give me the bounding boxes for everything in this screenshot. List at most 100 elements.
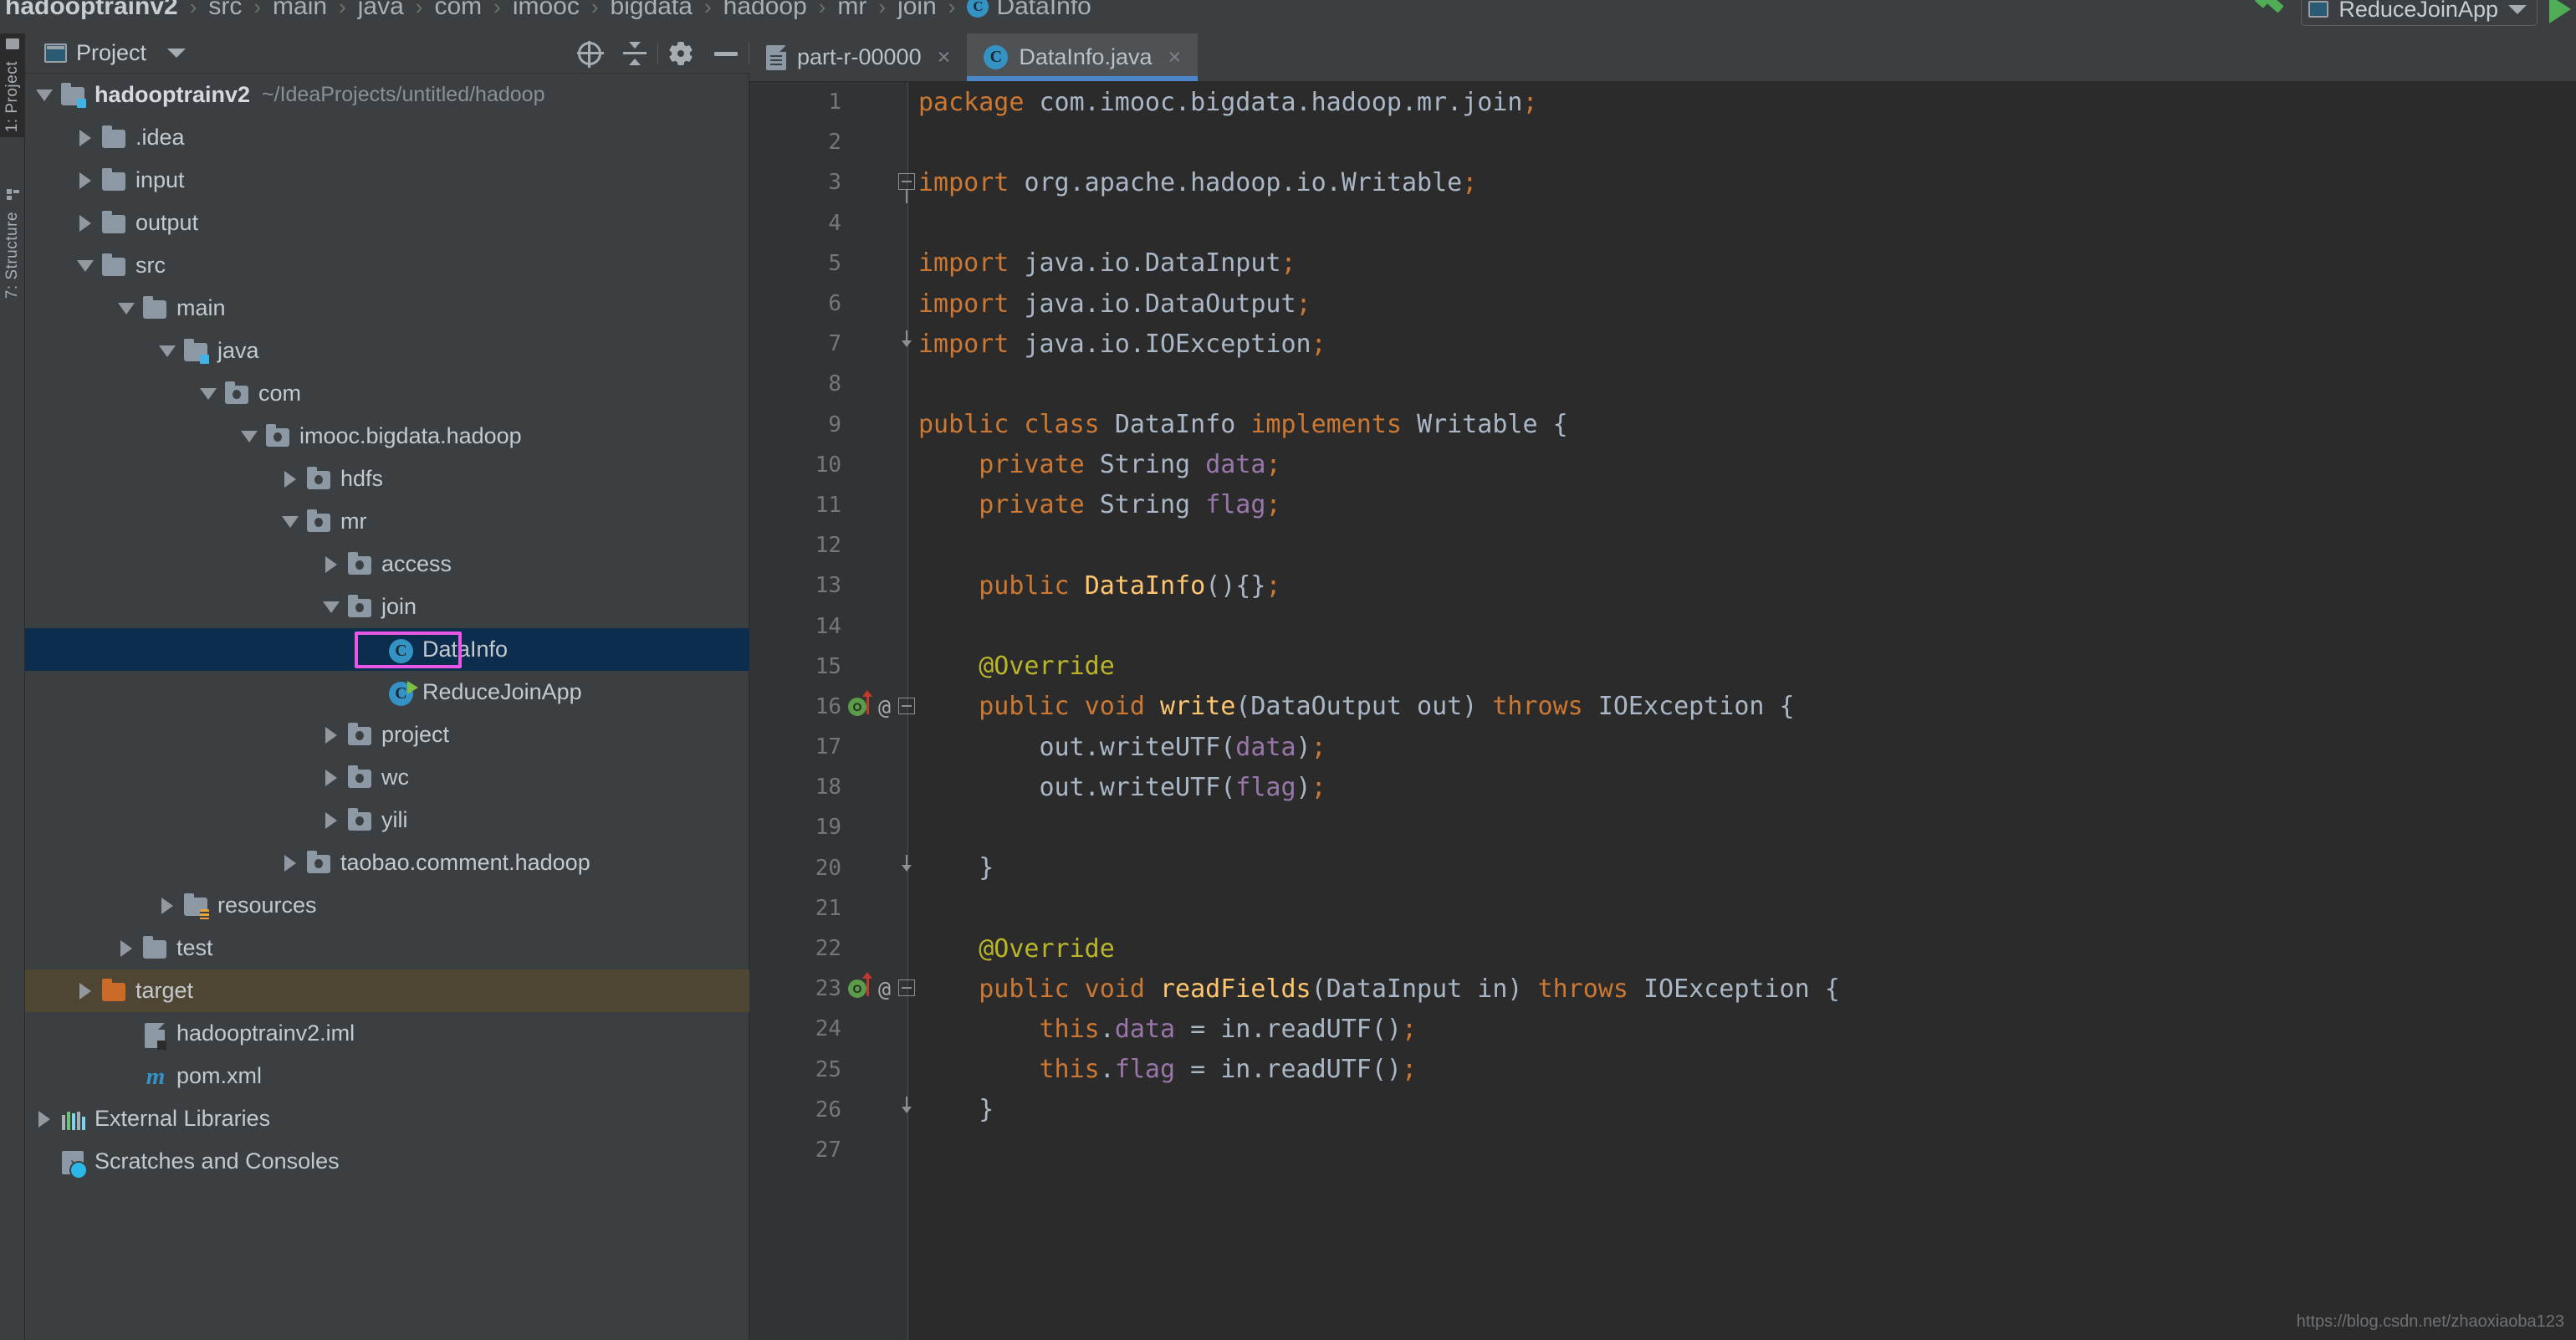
chevron-right-icon[interactable] <box>71 969 100 1012</box>
breadcrumb-item-datainfo[interactable]: C DataInfo <box>967 0 1091 21</box>
project-tree[interactable]: hadooptrainv2 ~/IdeaProjects/untitled/had… <box>25 74 749 1340</box>
code-line[interactable]: 6 import java.io.DataOutput; <box>749 284 2576 324</box>
project-panel-title-group[interactable]: Project <box>44 40 187 66</box>
code-line[interactable]: 12 <box>749 525 2576 565</box>
overriding-method-icon[interactable]: O <box>848 979 866 999</box>
tree-node-yili[interactable]: yili <box>25 799 749 841</box>
tree-node-mr[interactable]: mr <box>25 500 749 543</box>
code-fold-end-icon[interactable] <box>898 1096 915 1115</box>
tree-node-external-libraries[interactable]: External Libraries <box>25 1097 749 1140</box>
breadcrumb-item-java[interactable]: java <box>358 0 404 21</box>
code-line[interactable]: 10 private String data; <box>749 445 2576 485</box>
chevron-right-icon[interactable] <box>153 884 181 927</box>
chevron-right-icon[interactable] <box>317 756 345 799</box>
tree-node-main[interactable]: main <box>25 287 749 330</box>
breadcrumb-item-join[interactable]: join <box>897 0 937 21</box>
close-icon[interactable]: × <box>938 44 951 70</box>
code-line[interactable]: 14 <box>749 606 2576 646</box>
code-line[interactable]: 11 private String flag; <box>749 485 2576 525</box>
tree-node-input[interactable]: input <box>25 159 749 202</box>
chevron-right-icon[interactable] <box>276 841 304 884</box>
tree-node-project[interactable]: project <box>25 713 749 756</box>
code-line[interactable]: 2 <box>749 122 2576 162</box>
tree-node-hadooptrainv2[interactable]: hadooptrainv2 ~/IdeaProjects/untitled/had… <box>25 74 749 116</box>
code-line[interactable]: 26 } <box>749 1090 2576 1130</box>
tree-node-hdfs[interactable]: hdfs <box>25 458 749 500</box>
chevron-right-icon[interactable] <box>276 458 304 500</box>
code-fold-collapse-icon[interactable] <box>898 173 915 204</box>
code-line[interactable]: 8 <box>749 364 2576 404</box>
chevron-right-icon[interactable] <box>317 713 345 756</box>
gutter-markers[interactable] <box>848 162 915 204</box>
chevron-down-icon[interactable] <box>235 415 263 458</box>
code-fold-end-icon[interactable] <box>898 854 915 873</box>
code-line[interactable]: 17 out.writeUTF(data); <box>749 727 2576 767</box>
code-line[interactable]: 4 <box>749 203 2576 243</box>
code-line[interactable]: 16 O @ public void write(DataOutput out) t… <box>749 687 2576 727</box>
breadcrumb-item-imooc[interactable]: imooc <box>513 0 580 21</box>
tree-node-resources[interactable]: resources <box>25 884 749 927</box>
code-line[interactable]: 18 out.writeUTF(flag); <box>749 767 2576 807</box>
code-line[interactable]: 22 @Override <box>749 928 2576 969</box>
code-editor[interactable]: 1 package com.imooc.bigdata.hadoop.mr.joi… <box>749 82 2576 1340</box>
code-line[interactable]: 24 this.data = in.readUTF(); <box>749 1009 2576 1049</box>
chevron-right-icon[interactable] <box>317 799 345 841</box>
chevron-right-icon[interactable] <box>112 927 141 969</box>
tool-window-structure[interactable]: 7: Structure <box>0 184 25 304</box>
breadcrumb-item-mr[interactable]: mr <box>837 0 866 21</box>
tree-node-com[interactable]: com <box>25 372 749 415</box>
chevron-down-icon[interactable] <box>153 330 181 372</box>
collapse-all-icon[interactable] <box>612 33 657 74</box>
chevron-down-icon[interactable] <box>317 586 345 628</box>
gutter-markers[interactable]: O @ <box>848 969 915 1009</box>
breadcrumb-item-main[interactable]: main <box>273 0 327 21</box>
breadcrumb-item-hadoop[interactable]: hadoop <box>723 0 807 21</box>
chevron-down-icon[interactable] <box>167 49 187 58</box>
code-line[interactable]: 25 this.flag = in.readUTF(); <box>749 1050 2576 1090</box>
chevron-down-icon[interactable] <box>71 244 100 287</box>
chevron-down-icon[interactable] <box>112 287 141 330</box>
code-line[interactable]: 7 import java.io.IOException; <box>749 324 2576 364</box>
tree-node-output[interactable]: output <box>25 202 749 244</box>
breadcrumb-item-hadooptrainv2[interactable]: hadooptrainv2 <box>5 0 178 21</box>
chevron-down-icon[interactable] <box>30 74 59 116</box>
chevron-down-icon[interactable] <box>276 500 304 543</box>
chevron-right-icon[interactable] <box>30 1097 59 1140</box>
run-configuration-selector[interactable]: ReduceJoinApp <box>2301 0 2538 26</box>
chevron-right-icon[interactable] <box>317 543 345 586</box>
tree-node-target[interactable]: target <box>25 969 749 1012</box>
build-project-icon[interactable] <box>2256 0 2289 23</box>
tree-node-test[interactable]: test <box>25 927 749 969</box>
code-content[interactable]: 1 package com.imooc.bigdata.hadoop.mr.joi… <box>749 82 2576 1170</box>
editor-vertical-scrollbar[interactable] <box>2563 130 2576 1340</box>
gear-icon[interactable] <box>658 33 703 74</box>
tree-node-wc[interactable]: wc <box>25 756 749 799</box>
editor-tab-datainfo-java[interactable]: C DataInfo.java × <box>967 33 1199 81</box>
code-line[interactable]: 23 O @ public void readFields(DataInput in… <box>749 969 2576 1009</box>
chevron-right-icon[interactable] <box>71 159 100 202</box>
tree-node-access[interactable]: access <box>25 543 749 586</box>
close-icon[interactable]: × <box>1168 44 1181 70</box>
code-line[interactable]: 27 <box>749 1130 2576 1170</box>
code-line[interactable]: 5 import java.io.DataInput; <box>749 243 2576 284</box>
chevron-right-icon[interactable] <box>71 116 100 159</box>
annotation-gutter-icon[interactable]: @ <box>878 977 891 1001</box>
code-fold-collapse-icon[interactable] <box>898 697 915 714</box>
tree-node-taobao-comment-hadoop[interactable]: taobao.comment.hadoop <box>25 841 749 884</box>
chevron-down-icon[interactable] <box>2508 4 2527 14</box>
tree-node-imooc-bigdata-hadoop[interactable]: imooc.bigdata.hadoop <box>25 415 749 458</box>
run-play-icon[interactable] <box>2549 0 2571 23</box>
tree-node-datainfo[interactable]: C DataInfo <box>25 628 749 671</box>
tree-node-join[interactable]: join <box>25 586 749 628</box>
locate-icon[interactable] <box>567 33 612 74</box>
chevron-down-icon[interactable] <box>194 372 222 415</box>
editor-tab-part-r-00000[interactable]: part-r-00000 × <box>749 33 967 81</box>
hide-icon[interactable] <box>703 33 749 74</box>
breadcrumb-item-com[interactable]: com <box>434 0 482 21</box>
overriding-method-icon[interactable]: O <box>848 697 866 716</box>
tree-node-java[interactable]: java <box>25 330 749 372</box>
gutter-markers[interactable] <box>848 324 912 364</box>
gutter-markers[interactable]: O @ <box>848 687 915 727</box>
code-line[interactable]: 3 import org.apache.hadoop.io.Writable; <box>749 162 2576 204</box>
breadcrumb-item-src[interactable]: src <box>208 0 242 21</box>
